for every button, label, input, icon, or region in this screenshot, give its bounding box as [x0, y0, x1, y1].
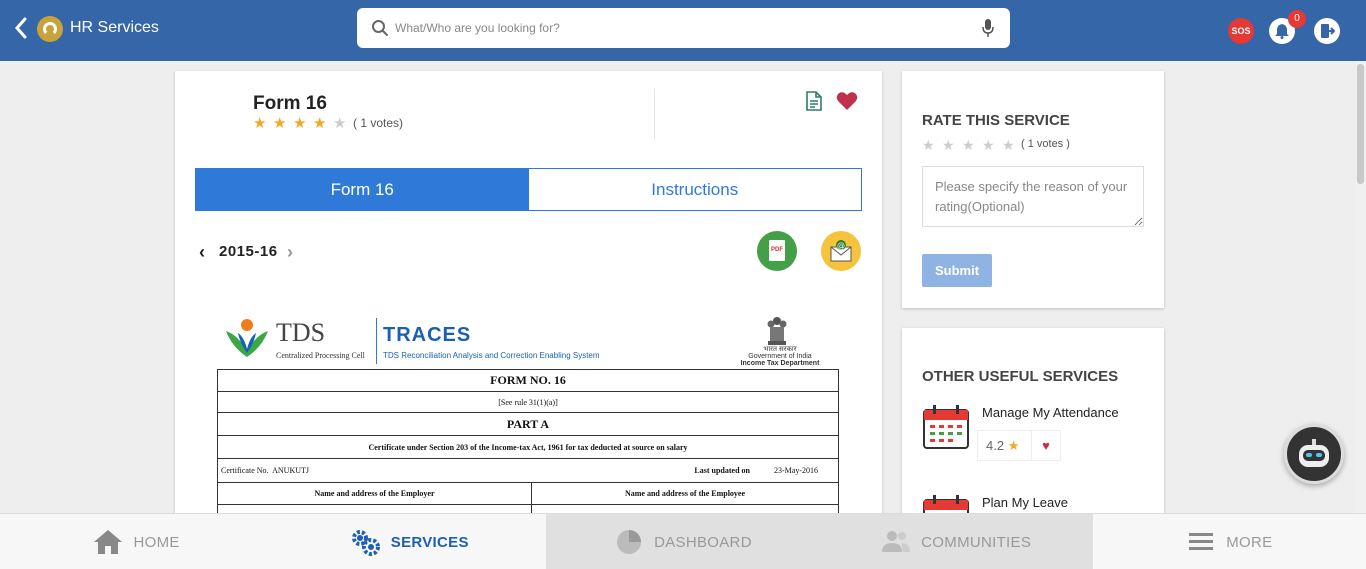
star-5-icon[interactable]: ★	[1002, 137, 1018, 153]
tds-subtitle: Centralized Processing Cell	[276, 351, 365, 360]
sos-button[interactable]: SOS	[1228, 18, 1254, 44]
tab-instructions[interactable]: Instructions	[528, 169, 861, 210]
nav-dashboard[interactable]: DASHBOARD	[546, 514, 820, 569]
traces-subtitle: TDS Reconciliation Analysis and Correcti…	[383, 351, 600, 360]
email-form-button[interactable]: @	[821, 231, 861, 271]
reliance-logo-icon	[37, 16, 63, 42]
rate-votes: ( 1 votes )	[1021, 138, 1070, 150]
rating-stars: ★ ★ ★ ★ ★	[253, 116, 349, 132]
star-filled-icon: ★	[293, 115, 307, 132]
star-filled-icon: ★	[313, 115, 327, 132]
star-filled-icon: ★	[253, 115, 267, 132]
form16-table: FORM NO. 16 [See rule 31(1)(a)] PART A C…	[217, 369, 839, 521]
certificate-description: Certificate under Section 203 of the Inc…	[217, 435, 839, 459]
rate-title: RATE THIS SERVICE	[922, 112, 1070, 129]
rate-stars-input: ★ ★ ★ ★ ★	[922, 137, 1018, 153]
service-plan-leave[interactable]: Plan My Leave	[982, 495, 1068, 510]
last-updated-label: Last updated on	[694, 466, 750, 475]
document-icon[interactable]	[805, 91, 823, 111]
submit-rating-button[interactable]: Submit	[922, 254, 992, 287]
logout-icon	[1321, 24, 1335, 38]
other-services-card: OTHER USEFUL SERVICES Manage My Attendan…	[902, 328, 1164, 528]
form-tabs: Form 16 Instructions	[195, 168, 862, 211]
favorite-heart-icon[interactable]: ♥	[1032, 438, 1060, 453]
people-icon	[882, 531, 911, 552]
search-bar[interactable]	[357, 8, 1010, 48]
tab-form16[interactable]: Form 16	[196, 169, 529, 210]
employer-header: Name and address of the Employer	[217, 482, 532, 505]
traces-title: TRACES	[383, 324, 472, 346]
star-4-icon[interactable]: ★	[982, 137, 998, 153]
star-3-icon[interactable]: ★	[962, 137, 978, 153]
calendar-icon[interactable]	[922, 404, 970, 450]
top-app-bar: HR Services SOS 0	[0, 0, 1366, 61]
robot-icon	[1299, 439, 1329, 467]
star-icon: ★	[1007, 438, 1020, 453]
bottom-navigation: HOME SERVICES DASHBOARD COMMUNITIES MORE	[0, 513, 1366, 569]
nav-services[interactable]: SERVICES	[273, 514, 546, 569]
star-empty-icon: ★	[333, 115, 347, 132]
certificate-no-value: ANUKUTJ	[272, 466, 309, 475]
last-updated-value: 23-May-2016	[774, 466, 818, 475]
next-year-chevron-icon[interactable]: ›	[287, 242, 293, 263]
nav-home[interactable]: HOME	[0, 514, 273, 569]
pie-chart-icon	[617, 530, 642, 554]
employee-header: Name and address of the Employee	[531, 482, 839, 505]
favorite-heart-icon[interactable]	[836, 91, 858, 111]
microphone-icon[interactable]	[981, 18, 995, 38]
chatbot-button[interactable]	[1284, 424, 1344, 484]
service-meta: 4.2 ★ ♥	[977, 430, 1061, 461]
star-filled-icon: ★	[273, 115, 287, 132]
divider	[654, 89, 655, 141]
form16-card: Form 16 ★ ★ ★ ★ ★ ( 1 votes) Form 16 Ins…	[175, 71, 882, 521]
search-input[interactable]	[395, 16, 955, 40]
menu-icon	[1189, 533, 1214, 550]
certificate-row: Certificate No. ANUKUTJ Last updated on 2…	[217, 458, 839, 483]
scrollbar-thumb[interactable]	[1357, 64, 1364, 184]
home-icon	[94, 530, 123, 554]
prev-year-chevron-icon[interactable]: ‹	[199, 242, 205, 263]
download-pdf-button[interactable]: PDF	[757, 231, 797, 271]
tds-logo-icon	[226, 319, 268, 357]
page-title: Form 16	[253, 93, 327, 114]
votes-count: ( 1 votes)	[353, 116, 404, 130]
star-2-icon[interactable]: ★	[942, 137, 958, 153]
tds-logo-text: TDS	[276, 318, 326, 347]
gears-icon	[351, 530, 380, 556]
form-part: PART A	[217, 412, 839, 436]
nav-communities[interactable]: COMMUNITIES	[819, 514, 1093, 569]
income-tax-dept-text: Income Tax Department	[740, 360, 820, 367]
rate-service-card: RATE THIS SERVICE ★ ★ ★ ★ ★ ( 1 votes ) …	[902, 71, 1164, 308]
other-services-title: OTHER USEFUL SERVICES	[922, 368, 1119, 385]
national-emblem-icon	[767, 317, 787, 345]
service-rating: 4.2 ★	[978, 431, 1032, 460]
notification-count-badge: 0	[1288, 10, 1306, 28]
form-number: FORM NO. 16	[217, 369, 839, 392]
form-rule: [See rule 31(1)(a)]	[217, 391, 839, 413]
certificate-no-label: Certificate No.	[221, 466, 269, 475]
rating-reason-input[interactable]	[922, 166, 1144, 227]
logout-button[interactable]	[1314, 18, 1340, 44]
app-title: HR Services	[70, 19, 159, 36]
bell-icon	[1275, 24, 1289, 39]
search-icon	[372, 20, 388, 36]
nav-more[interactable]: MORE	[1093, 514, 1366, 569]
email-icon: @	[830, 240, 852, 262]
back-arrow-icon[interactable]	[14, 16, 36, 44]
financial-year: 2015-16	[219, 243, 278, 260]
service-manage-attendance[interactable]: Manage My Attendance	[982, 405, 1119, 420]
pdf-icon: PDF	[769, 240, 785, 261]
logo-separator	[376, 318, 377, 364]
star-1-icon[interactable]: ★	[922, 137, 938, 153]
svg-text:@: @	[837, 241, 845, 250]
